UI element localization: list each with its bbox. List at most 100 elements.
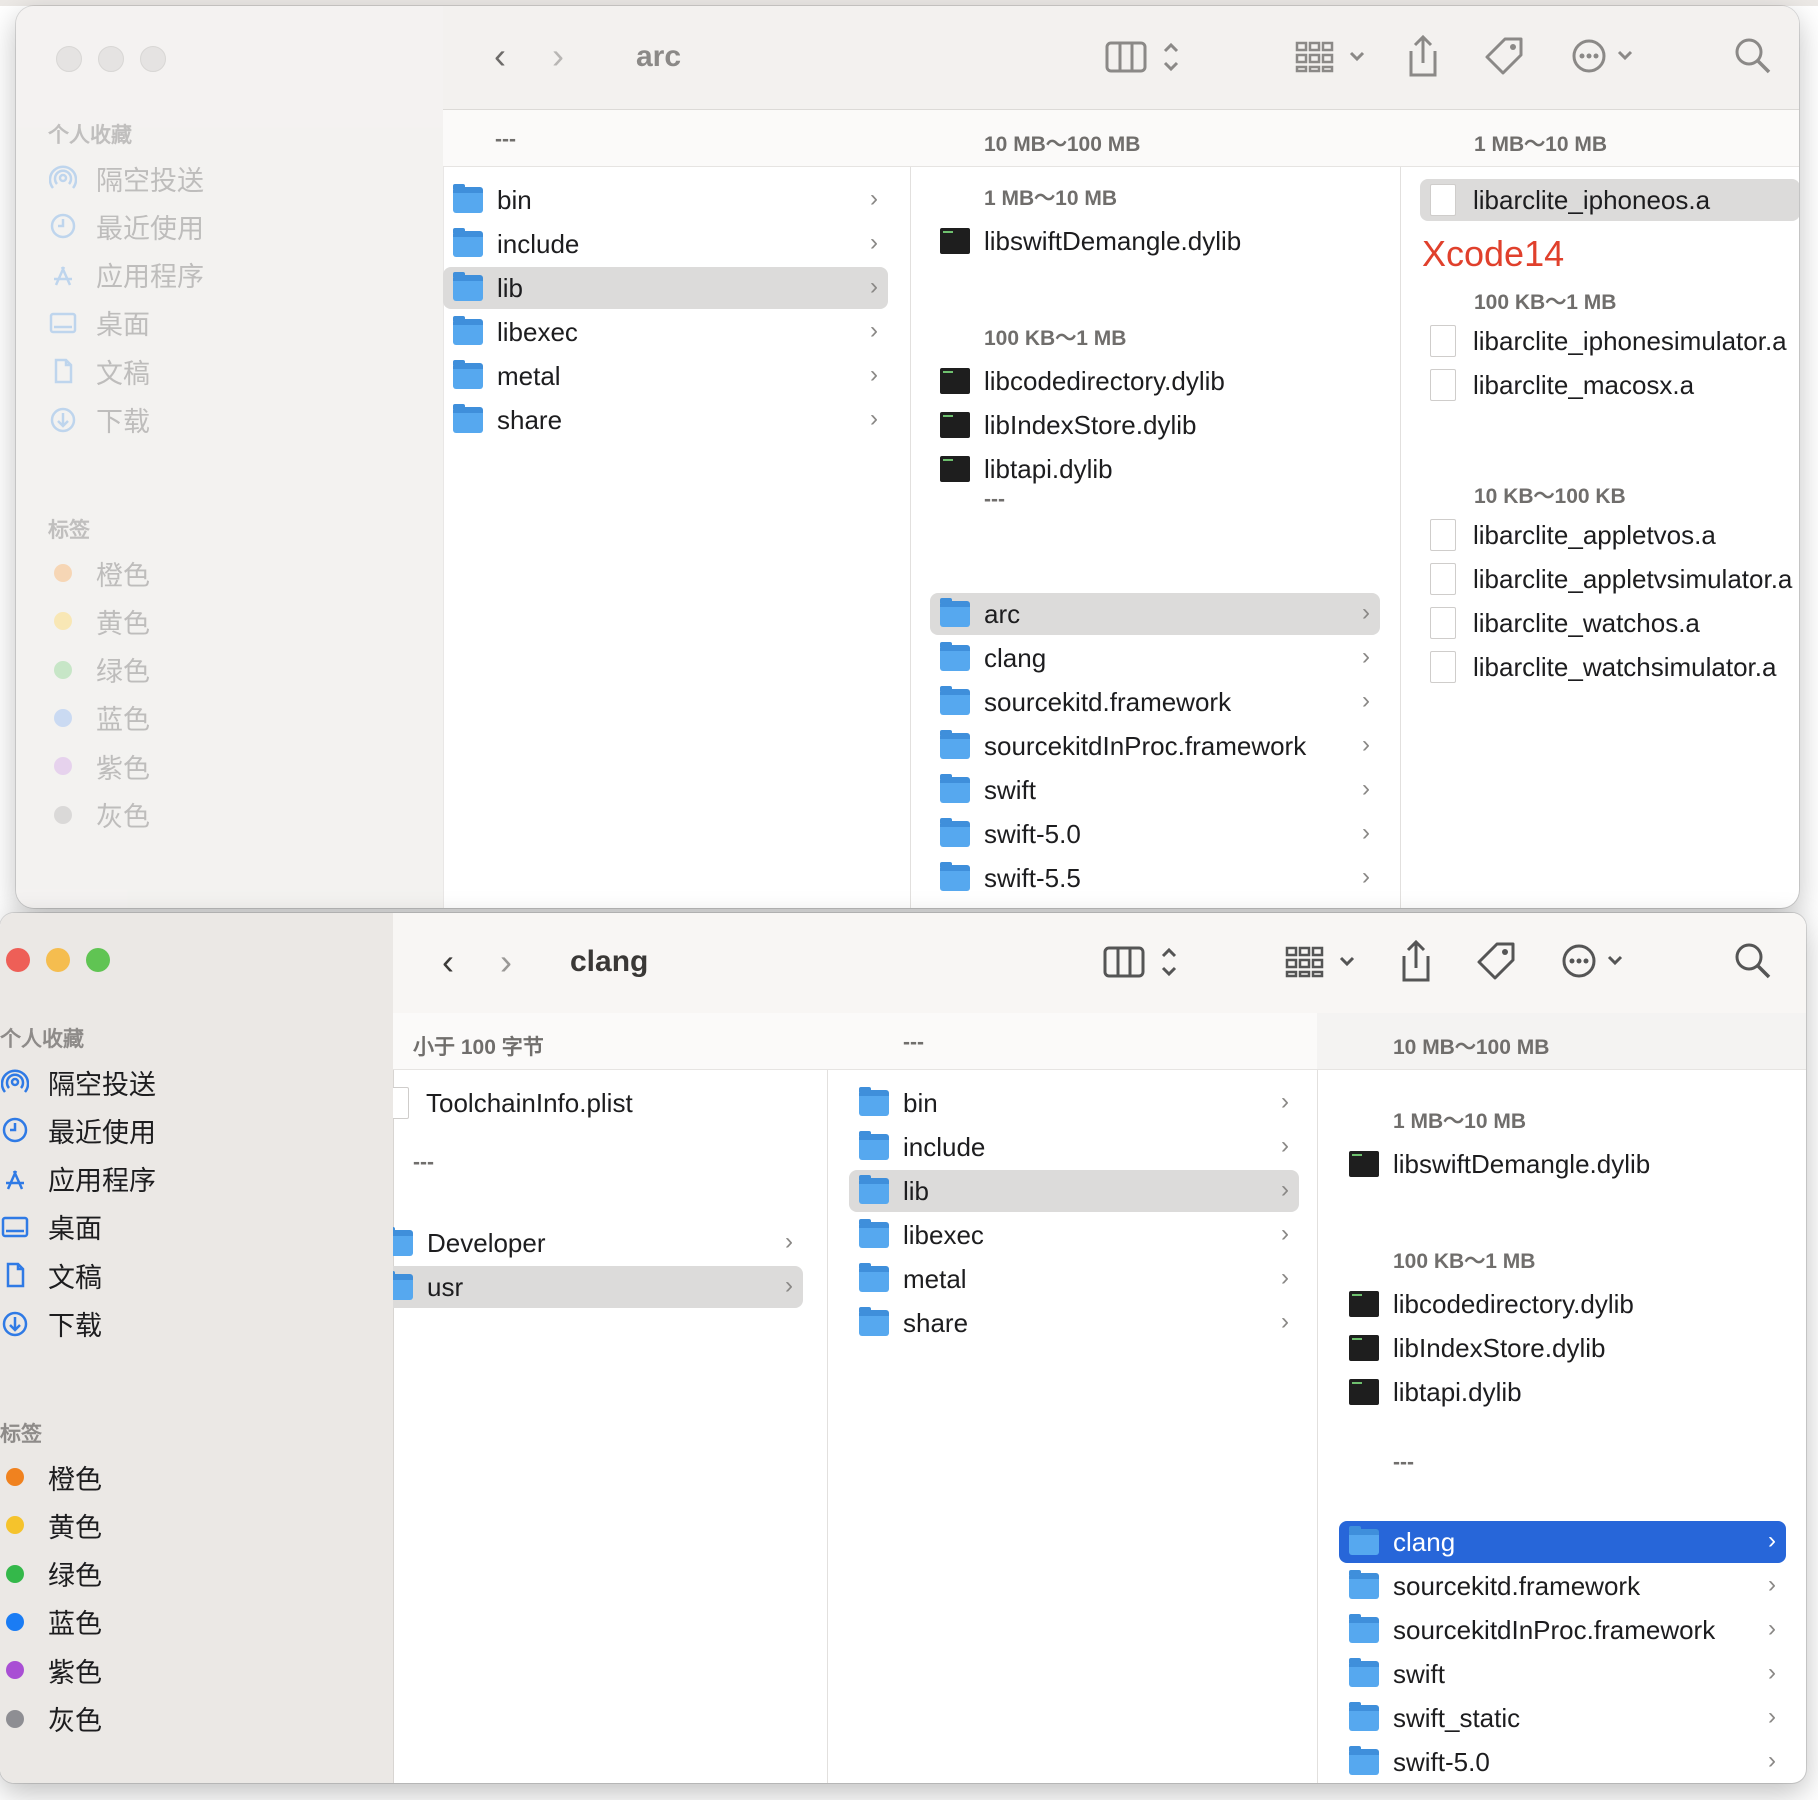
file-row[interactable]: libtapi.dylib: [930, 448, 1380, 490]
sidebar-tag-item[interactable]: 黄色: [0, 1503, 102, 1547]
tag-button[interactable]: [1483, 34, 1525, 78]
sidebar-tag-item[interactable]: 灰色: [0, 1697, 102, 1741]
folder-icon: [1349, 1658, 1379, 1687]
file-row[interactable]: libcodedirectory.dylib: [1339, 1283, 1786, 1325]
sidebar-tag-item[interactable]: 蓝色: [0, 1600, 102, 1644]
folder-row[interactable]: lib ›: [443, 267, 888, 309]
sidebar-tag-item[interactable]: 蓝色: [48, 696, 150, 740]
zoom-button[interactable]: [86, 948, 110, 972]
folder-row[interactable]: usr ›: [393, 1266, 803, 1308]
toolbar: ‹ › clang: [393, 913, 1806, 1014]
folder-row[interactable]: swift-5.0 ›: [1339, 1741, 1786, 1783]
folder-row[interactable]: sourcekitd.framework ›: [1339, 1565, 1786, 1607]
file-row[interactable]: libIndexStore.dylib: [1339, 1327, 1786, 1369]
sidebar-item-applications[interactable]: 应用程序: [0, 1157, 156, 1201]
file-row[interactable]: libtapi.dylib: [1339, 1371, 1786, 1413]
folder-row[interactable]: sourcekitdInProc.framework ›: [1339, 1609, 1786, 1651]
sidebar-item-desktop[interactable]: 桌面: [0, 1205, 102, 1249]
close-button[interactable]: [56, 46, 82, 72]
tag-label: 黄色: [48, 1512, 102, 1543]
file-row[interactable]: libarclite_iphoneos.a: [1420, 179, 1799, 221]
sidebar-item-clock[interactable]: 最近使用: [48, 204, 204, 248]
item-name: swift-5.0: [1393, 1746, 1490, 1777]
view-mode-button[interactable]: [1105, 34, 1195, 80]
sidebar-item-download[interactable]: 下载: [0, 1302, 102, 1346]
folder-row[interactable]: bin ›: [849, 1082, 1299, 1124]
sidebar-item-document[interactable]: 文稿: [48, 349, 150, 393]
view-mode-button[interactable]: [1103, 939, 1193, 985]
zoom-button[interactable]: [140, 46, 166, 72]
item-name: libIndexStore.dylib: [984, 409, 1197, 440]
minimize-button[interactable]: [46, 948, 70, 972]
share-button[interactable]: [1405, 32, 1441, 80]
tag-button[interactable]: [1475, 939, 1517, 983]
sidebar-item-clock[interactable]: 最近使用: [0, 1108, 156, 1152]
file-row[interactable]: libarclite_appletvsimulator.a: [1420, 558, 1799, 600]
folder-row[interactable]: clang ›: [930, 637, 1380, 679]
sidebar-tag-item[interactable]: 紫色: [0, 1648, 102, 1692]
sidebar-tag-item[interactable]: 黄色: [48, 599, 150, 643]
share-button[interactable]: [1398, 937, 1434, 985]
tag-color-dot: [54, 612, 72, 631]
folder-row[interactable]: include ›: [849, 1126, 1299, 1168]
forward-button[interactable]: ›: [491, 940, 521, 984]
folder-row[interactable]: bin ›: [443, 179, 888, 221]
sidebar-tag-item[interactable]: 橙色: [48, 551, 150, 595]
forward-button[interactable]: ›: [543, 34, 573, 78]
back-button[interactable]: ‹: [433, 940, 463, 984]
folder-row[interactable]: clang ›: [1339, 1521, 1786, 1563]
file-icon: [393, 1087, 409, 1119]
folder-row[interactable]: libexec ›: [849, 1214, 1299, 1256]
file-row[interactable]: libarclite_macosx.a: [1420, 364, 1799, 406]
item-name: libarclite_macosx.a: [1473, 369, 1695, 400]
sidebar-item-desktop[interactable]: 桌面: [48, 301, 150, 345]
file-row[interactable]: libswiftDemangle.dylib: [1339, 1143, 1786, 1185]
folder-row[interactable]: lib ›: [849, 1170, 1299, 1212]
chevron-right-icon: ›: [870, 185, 878, 212]
back-button[interactable]: ‹: [485, 34, 515, 78]
file-row[interactable]: libswiftDemangle.dylib: [930, 220, 1380, 262]
folder-row[interactable]: include ›: [443, 223, 888, 265]
file-row[interactable]: ToolchainInfo.plist: [393, 1082, 793, 1124]
file-row[interactable]: libarclite_iphonesimulator.a: [1420, 320, 1799, 362]
file-row[interactable]: libcodedirectory.dylib: [930, 360, 1380, 402]
folder-row[interactable]: sourcekitd.framework ›: [930, 681, 1380, 723]
folder-row[interactable]: share ›: [443, 399, 888, 441]
file-row[interactable]: libarclite_appletvos.a: [1420, 514, 1799, 556]
file-row[interactable]: libIndexStore.dylib: [930, 404, 1380, 446]
chevron-right-icon: ›: [1362, 863, 1370, 890]
group-button[interactable]: [1283, 939, 1359, 985]
file-icon: [1430, 651, 1456, 683]
sidebar-item-document[interactable]: 文稿: [0, 1253, 102, 1297]
search-button[interactable]: [1733, 941, 1773, 981]
folder-row[interactable]: share ›: [849, 1302, 1299, 1344]
folder-row[interactable]: sourcekitdInProc.framework ›: [930, 725, 1380, 767]
more-button[interactable]: [1561, 939, 1631, 983]
sidebar-tag-item[interactable]: 紫色: [48, 744, 150, 788]
folder-row[interactable]: metal ›: [443, 355, 888, 397]
sidebar-tag-item[interactable]: 绿色: [48, 648, 150, 692]
file-row[interactable]: libarclite_watchsimulator.a: [1420, 646, 1799, 688]
folder-row[interactable]: swift ›: [930, 769, 1380, 811]
folder-row[interactable]: swift-5.5 ›: [930, 857, 1380, 899]
sidebar-tag-item[interactable]: 绿色: [0, 1552, 102, 1596]
group-button[interactable]: [1293, 34, 1369, 80]
more-button[interactable]: [1571, 34, 1641, 78]
minimize-button[interactable]: [98, 46, 124, 72]
folder-row[interactable]: arc ›: [930, 593, 1380, 635]
sidebar-item-airdrop[interactable]: 隔空投送: [0, 1060, 156, 1104]
folder-row[interactable]: swift_static ›: [1339, 1697, 1786, 1739]
folder-row[interactable]: swift-5.0 ›: [930, 813, 1380, 855]
sidebar-item-download[interactable]: 下载: [48, 398, 150, 442]
close-button[interactable]: [6, 948, 30, 972]
folder-row[interactable]: swift ›: [1339, 1653, 1786, 1695]
sidebar-item-applications[interactable]: 应用程序: [48, 253, 204, 297]
sidebar-tag-item[interactable]: 橙色: [0, 1455, 102, 1499]
folder-row[interactable]: libexec ›: [443, 311, 888, 353]
folder-row[interactable]: Developer ›: [393, 1222, 803, 1264]
sidebar-item-airdrop[interactable]: 隔空投送: [48, 156, 204, 200]
folder-row[interactable]: metal ›: [849, 1258, 1299, 1300]
file-row[interactable]: libarclite_watchos.a: [1420, 602, 1799, 644]
search-button[interactable]: [1733, 36, 1773, 76]
sidebar-tag-item[interactable]: 灰色: [48, 793, 150, 837]
